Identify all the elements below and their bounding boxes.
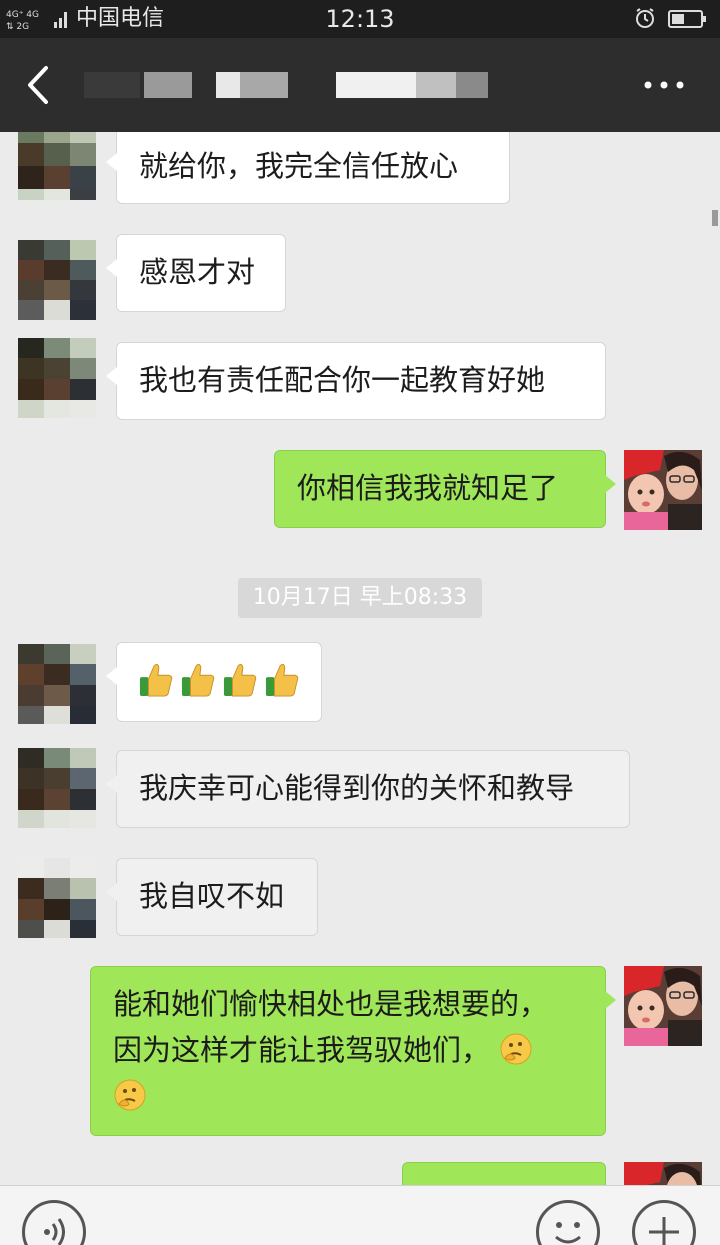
contact-avatar[interactable] — [18, 748, 96, 828]
status-bar: 4G⁺ 4G ⇅ 2G 中国电信 12:13 — [0, 0, 720, 38]
message-line — [113, 1073, 585, 1119]
contact-avatar[interactable] — [18, 132, 96, 200]
message-text: 能和她们愉快相处也是我想要的， 因为这样才能让我驾驭她们， — [91, 967, 605, 1133]
message-text: 就给你，我完全信任放心 — [139, 149, 459, 183]
message-text: 我自叹不如 — [139, 879, 285, 913]
voice-icon[interactable] — [22, 1200, 86, 1245]
emoji-icon[interactable] — [536, 1200, 600, 1245]
thumbs-up-icon — [265, 663, 299, 697]
message-line: 能和她们愉快相处也是我想要的， — [113, 987, 549, 1021]
message-text: 感恩才对 — [139, 255, 256, 289]
message-bubble[interactable]: 感恩才对 — [106, 234, 286, 312]
my-avatar[interactable] — [624, 1162, 702, 1185]
clock: 12:13 — [325, 5, 395, 33]
message-text: 你相信我我就知足了 — [297, 471, 559, 505]
thumbs-up-icon — [181, 663, 215, 697]
thinking-face-icon — [114, 1079, 146, 1111]
message-bubble[interactable]: 我自叹不如 — [106, 858, 318, 936]
contact-avatar[interactable] — [18, 858, 96, 938]
contact-avatar[interactable] — [18, 338, 96, 418]
message-bubble-sent[interactable]: 你相信我我就知足了 — [274, 450, 616, 528]
thumbs-up-icon — [223, 663, 257, 697]
message-bubble-sent[interactable]: 能和她们愉快相处也是我想要的， 因为这样才能让我驾驭她们， — [90, 966, 616, 1136]
plus-icon[interactable] — [632, 1200, 696, 1245]
thinking-face-icon — [500, 1033, 532, 1065]
contact-avatar[interactable] — [18, 240, 96, 320]
message-bubble[interactable]: 就给你，我完全信任放心 — [106, 132, 510, 204]
message-bubble[interactable] — [106, 642, 322, 722]
my-avatar[interactable] — [624, 966, 702, 1046]
emoji-message — [117, 643, 321, 717]
alarm-icon — [636, 8, 654, 28]
message-text: 我也有责任配合你一起教育好她 — [139, 363, 546, 397]
battery-icon — [668, 10, 706, 28]
message-list[interactable]: 就给你，我完全信任放心 感恩才对 我也有责任配合你一起教育好她 你相信我我就知足… — [0, 132, 720, 1185]
message-timestamp: 10月17日 早上08:33 — [238, 578, 482, 618]
message-bubble[interactable]: 我庆幸可心能得到你的关怀和教导 — [106, 750, 630, 828]
message-line-text: 因为这样才能让我驾驭她们， — [113, 1033, 491, 1067]
scrollbar[interactable] — [712, 210, 718, 226]
chevron-left-icon[interactable] — [24, 64, 54, 106]
contact-avatar[interactable] — [18, 644, 96, 724]
chat-header — [0, 38, 720, 132]
message-line: 因为这样才能让我驾驭她们， — [113, 1027, 585, 1073]
more-dots-icon[interactable] — [640, 78, 688, 92]
input-bar — [0, 1185, 720, 1245]
message-text: 我庆幸可心能得到你的关怀和教导 — [139, 771, 575, 805]
message-bubble[interactable]: 我也有责任配合你一起教育好她 — [106, 342, 606, 420]
my-avatar[interactable] — [624, 450, 702, 530]
thumbs-up-icon — [139, 663, 173, 697]
message-bubble-sent[interactable] — [402, 1162, 606, 1185]
